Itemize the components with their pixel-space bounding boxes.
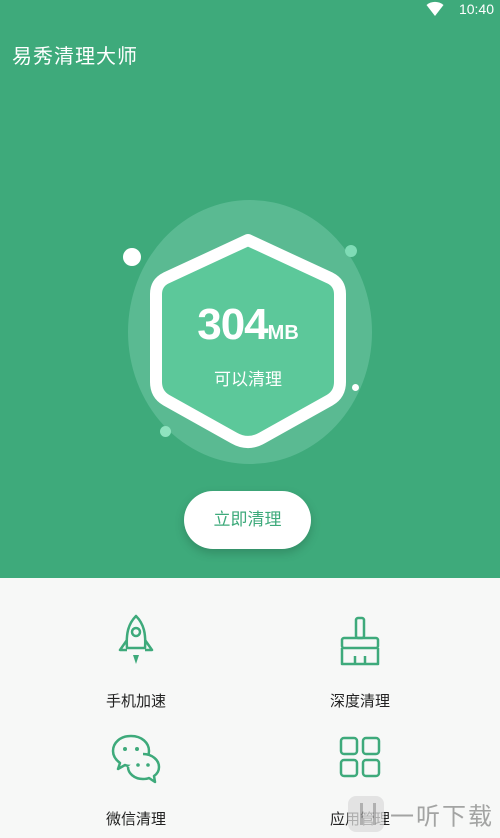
cleanable-caption: 可以清理 xyxy=(214,370,282,390)
tool-label: 深度清理 xyxy=(329,692,390,710)
watermark-text: 一听下载 xyxy=(390,802,494,831)
cleanable-size: 304MB xyxy=(148,300,348,350)
wechat-icon xyxy=(111,734,161,784)
tool-label: 微信清理 xyxy=(105,810,166,828)
watermark-logo-icon xyxy=(348,796,384,832)
brush-icon xyxy=(340,616,380,666)
grid-icon xyxy=(339,736,381,778)
status-time: 10:40 xyxy=(458,1,494,17)
status-bar: 10:40 xyxy=(0,0,500,20)
decor-dot xyxy=(123,248,141,266)
tool-label: 手机加速 xyxy=(105,692,166,710)
cleanable-amount: 304 xyxy=(197,300,268,349)
app-title: 易秀清理大师 xyxy=(12,44,138,68)
rocket-icon xyxy=(118,614,154,664)
decor-dot xyxy=(352,384,359,391)
tool-phone-boost[interactable]: 手机加速 xyxy=(66,612,206,712)
clean-now-button[interactable]: 立即清理 xyxy=(184,491,311,549)
watermark: 一听下载 xyxy=(348,796,494,836)
tool-deep-clean[interactable]: 深度清理 xyxy=(290,612,430,712)
wifi-icon xyxy=(426,1,444,17)
tool-wechat-clean[interactable]: 微信清理 xyxy=(66,730,206,830)
cleanable-unit: MB xyxy=(267,322,299,344)
